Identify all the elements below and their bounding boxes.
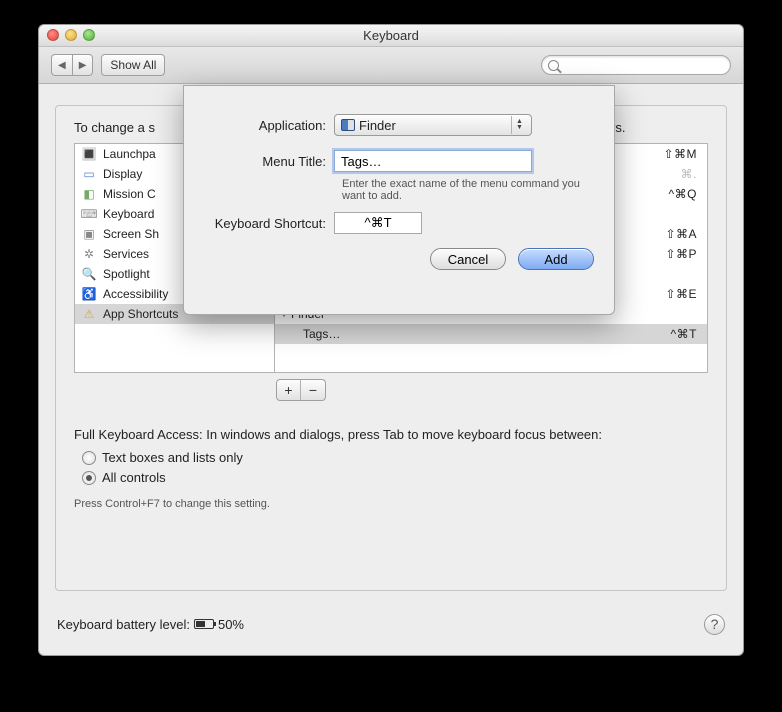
shortcut-label: Keyboard Shortcut: <box>184 216 334 231</box>
category-label: Mission C <box>103 184 156 204</box>
shortcut-input[interactable] <box>334 212 422 234</box>
help-button[interactable]: ? <box>704 614 725 635</box>
radio-label: Text boxes and lists only <box>102 448 243 468</box>
shortcut-label: Tags… <box>303 324 671 344</box>
category-icon: ▭ <box>81 166 97 182</box>
toolbar: ◀ ▶ Show All <box>39 47 743 84</box>
back-button[interactable]: ◀ <box>51 54 72 76</box>
shortcut-keys: ⇧⌘M <box>663 144 697 164</box>
intro-left: To change a s <box>74 120 155 135</box>
traffic-lights <box>47 29 95 41</box>
category-icon: 🔳 <box>81 146 97 162</box>
menu-title-label: Menu Title: <box>184 154 334 169</box>
add-remove-group: + − <box>276 379 326 401</box>
shortcut-keys: ⇧⌘A <box>665 224 697 244</box>
fka-radio-textboxes[interactable]: Text boxes and lists only <box>82 448 708 468</box>
menu-title-input[interactable] <box>334 150 532 172</box>
window-title: Keyboard <box>363 28 419 43</box>
titlebar: Keyboard <box>39 25 743 47</box>
footer: Keyboard battery level: 50% ? <box>57 611 725 637</box>
category-icon: ▣ <box>81 226 97 242</box>
category-label: Display <box>103 164 142 184</box>
popup-arrows-icon: ▲▼ <box>511 116 527 134</box>
minimize-icon[interactable] <box>65 29 77 41</box>
add-button-sheet[interactable]: Add <box>518 248 594 270</box>
application-label: Application: <box>184 118 334 133</box>
search-input[interactable] <box>563 57 724 73</box>
shortcut-keys: ⌘. <box>681 164 697 184</box>
category-label: Screen Sh <box>103 224 159 244</box>
shortcut-row[interactable]: Tags…^⌘T <box>275 324 707 344</box>
category-label: Launchpa <box>103 144 156 164</box>
category-label: Accessibility <box>103 284 168 304</box>
fka-hint: Press Control+F7 to change this setting. <box>74 498 708 510</box>
application-value: Finder <box>359 118 396 133</box>
nav-group: ◀ ▶ <box>51 54 93 76</box>
fka-radios: Text boxes and lists only All controls <box>82 448 708 488</box>
category-label: Spotlight <box>103 264 150 284</box>
category-icon: ◧ <box>81 186 97 202</box>
battery-icon <box>194 619 214 629</box>
category-label: App Shortcuts <box>103 304 178 324</box>
add-shortcut-sheet: Application: Finder ▲▼ Menu Title: Enter… <box>183 85 615 315</box>
fka-label: Full Keyboard Access: In windows and dia… <box>74 427 708 442</box>
category-label: Services <box>103 244 149 264</box>
chevron-left-icon: ◀ <box>58 60 66 71</box>
shortcut-keys: ⇧⌘P <box>665 244 697 264</box>
finder-icon <box>341 119 355 131</box>
menu-title-hint: Enter the exact name of the menu command… <box>342 178 592 202</box>
category-icon: ⌨ <box>81 206 97 222</box>
battery-label: Keyboard battery level: <box>57 617 190 632</box>
zoom-icon[interactable] <box>83 29 95 41</box>
radio-icon <box>82 451 96 465</box>
add-button[interactable]: + <box>277 380 301 400</box>
shortcut-keys: ^⌘Q <box>669 184 697 204</box>
category-icon: ♿ <box>81 286 97 302</box>
fka-radio-all[interactable]: All controls <box>82 468 708 488</box>
category-icon: ✲ <box>81 246 97 262</box>
battery-percent: 50% <box>218 617 244 632</box>
prefs-window: Keyboard ◀ ▶ Show All To change a s w ke… <box>38 24 744 656</box>
category-icon: ⚠ <box>81 306 97 322</box>
chevron-right-icon: ▶ <box>79 60 87 71</box>
category-icon: 🔍 <box>81 266 97 282</box>
search-field[interactable] <box>541 55 731 75</box>
close-icon[interactable] <box>47 29 59 41</box>
category-label: Keyboard <box>103 204 154 224</box>
show-all-button[interactable]: Show All <box>101 54 165 76</box>
radio-icon <box>82 471 96 485</box>
search-icon <box>548 60 559 71</box>
shortcut-keys: ^⌘T <box>671 324 697 344</box>
radio-label: All controls <box>102 468 166 488</box>
cancel-button[interactable]: Cancel <box>430 248 506 270</box>
remove-button[interactable]: − <box>301 380 325 400</box>
application-popup[interactable]: Finder ▲▼ <box>334 114 532 136</box>
forward-button[interactable]: ▶ <box>72 54 94 76</box>
shortcut-keys: ⇧⌘E <box>665 284 697 304</box>
